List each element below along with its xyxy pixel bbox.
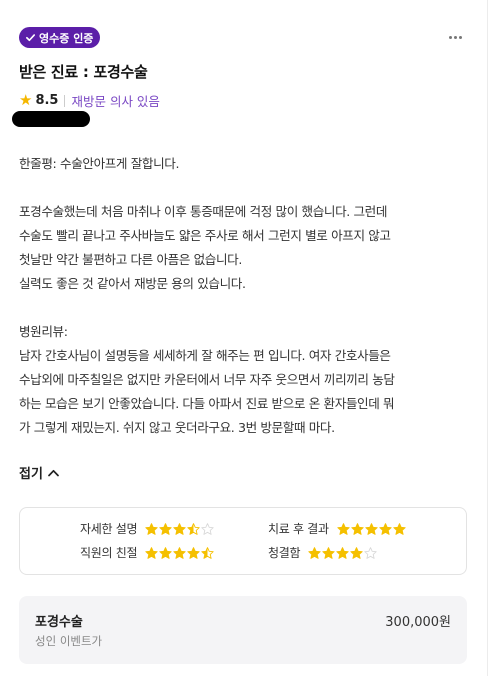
badge-label: 영수증 인증 [39,31,94,45]
fold-button[interactable]: 접기 [19,463,59,482]
receipt-verified-badge: 영수증 인증 [19,27,101,48]
rating-label: 자세한 설명 [80,522,138,536]
star-icon [173,522,186,535]
star-icon [187,522,200,535]
review-body: 한줄평: 수술안아프게 잘합니다. 포경수술했는데 처음 마취나 이후 통증때문… [19,152,471,440]
more-options-button[interactable] [447,29,463,45]
star-icon [201,522,214,535]
star-icon [365,522,378,535]
rating-label: 청결함 [268,546,301,560]
star-icon [364,546,377,559]
star-rating [337,522,406,535]
rating-label: 치료 후 결과 [268,522,329,536]
star-rating [145,546,214,559]
more-dot [453,35,457,39]
review-summary: 한줄평: 수술안아프게 잘합니다. [19,156,180,171]
star-icon [159,522,172,535]
star-icon [201,546,214,559]
review-paragraph: 포경수술했는데 처음 마취나 이후 통증때문에 걱정 많이 했습니다. 그런데 … [19,204,391,291]
star-icon [350,546,363,559]
star-icon [145,522,158,535]
price-amount: 300,000원 [385,615,451,630]
check-icon [26,34,35,42]
detail-ratings-box: 자세한 설명 치료 후 결과 직원의 친절 청결함 [19,507,467,575]
star-icon [393,522,406,535]
star-icon [187,546,200,559]
star-icon [145,546,158,559]
hospital-review-paragraph: 남자 간호사님이 설명등을 세세하게 잘 해주는 편 입니다. 여자 간호사들은… [19,348,395,435]
star-icon [159,546,172,559]
more-horizontal-icon [448,35,452,39]
rating-item: 청결함 [268,544,377,561]
rating-row: ★ 8.5 재방문 의사 있음 [19,91,160,110]
rating-item: 치료 후 결과 [268,520,406,537]
chevron-up-icon [48,469,59,476]
hospital-review-heading: 병원리뷰: [19,324,68,339]
price-item-name: 포경수술 [35,615,83,630]
divider [64,94,66,107]
more-dot [458,35,462,39]
star-icon [173,546,186,559]
treatment-title: 받은 진료 : 포경수술 [19,63,148,81]
star-icon [351,522,364,535]
price-item-sub: 성인 이벤트가 [35,634,103,648]
rating-item: 직원의 친절 [80,544,214,561]
star-rating [145,522,214,535]
star-icon [337,522,350,535]
rating-score: 8.5 [35,93,59,108]
star-rating [308,546,377,559]
review-card: 영수증 인증 받은 진료 : 포경수술 ★ 8.5 재방문 의사 있음 한줄평:… [0,0,488,676]
rating-label: 직원의 친절 [80,546,138,560]
price-box: 포경수술 성인 이벤트가 300,000원 [19,596,467,664]
star-icon [379,522,392,535]
redacted-author [12,111,90,127]
star-icon [322,546,335,559]
star-icon: ★ [19,91,33,109]
revisit-intent: 재방문 의사 있음 [71,94,160,109]
fold-label: 접기 [19,467,43,482]
star-icon [336,546,349,559]
rating-item: 자세한 설명 [80,520,214,537]
star-icon [308,546,321,559]
